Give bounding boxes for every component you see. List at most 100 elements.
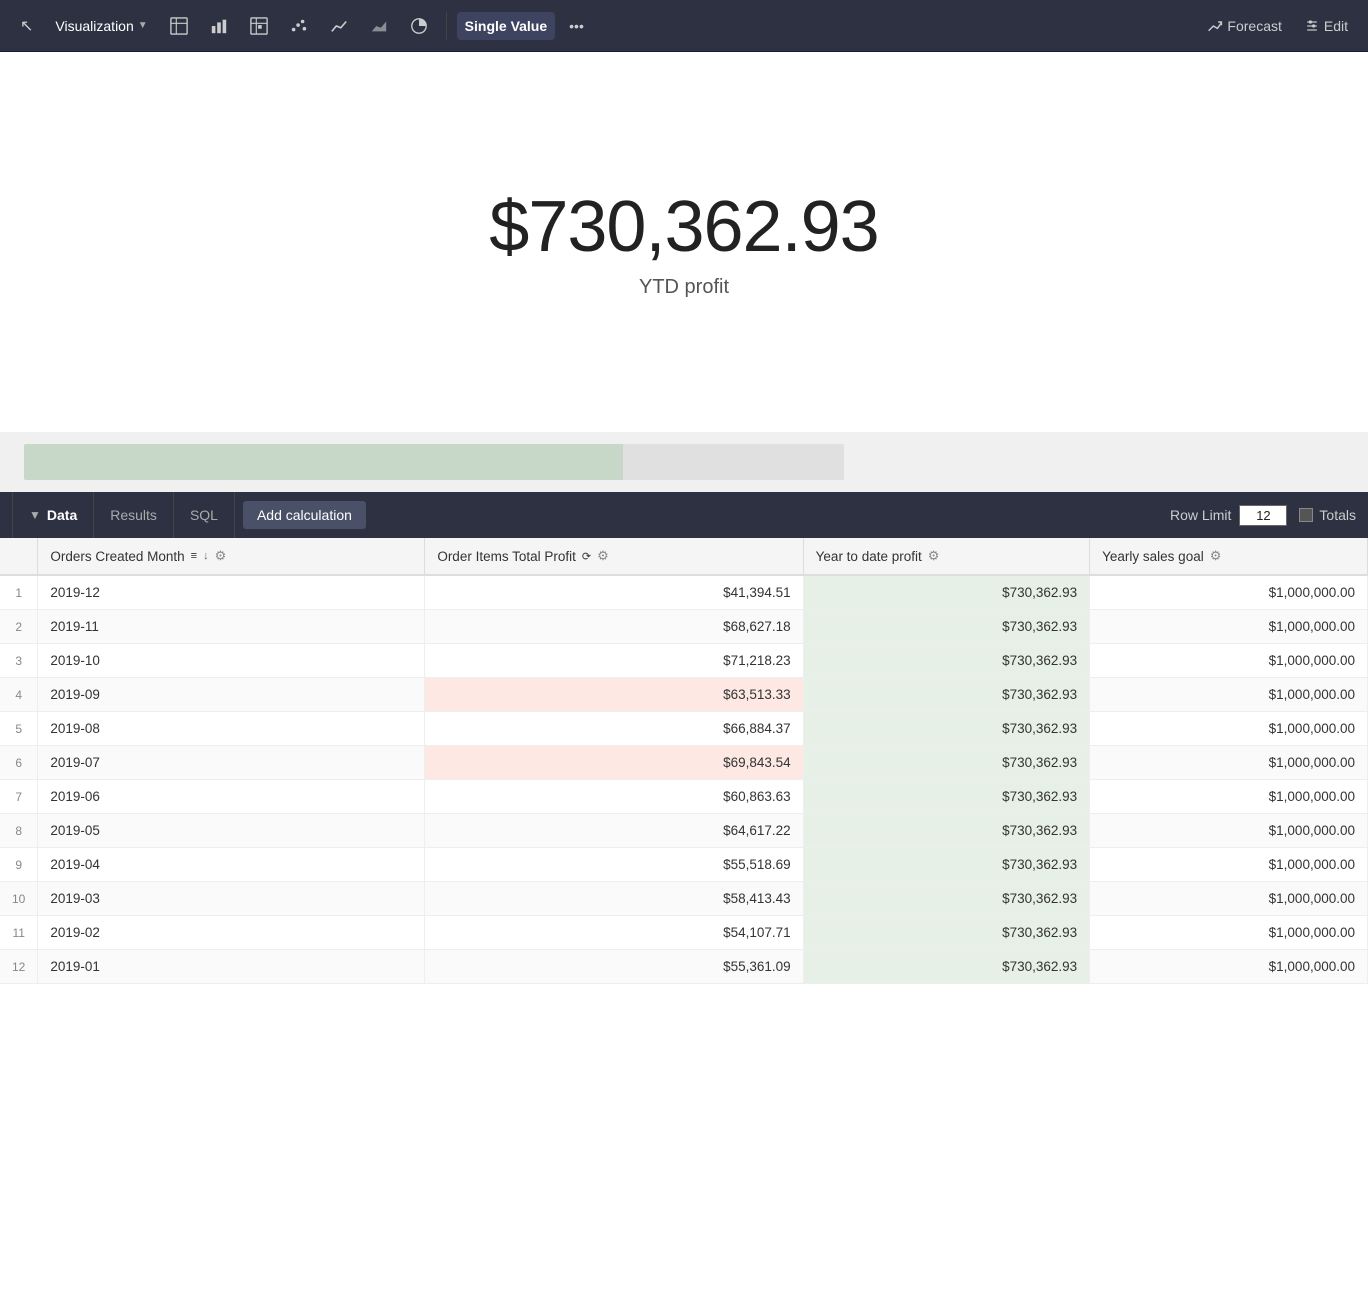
tab-data[interactable]: ▼ Data bbox=[12, 492, 94, 538]
cell-profit: $71,218.23 bbox=[425, 644, 803, 678]
filter-icon: ≡ bbox=[191, 550, 197, 562]
table-row: 62019-07$69,843.54$730,362.93$1,000,000.… bbox=[0, 746, 1368, 780]
cell-rownum: 12 bbox=[0, 950, 38, 984]
table-row: 22019-11$68,627.18$730,362.93$1,000,000.… bbox=[0, 610, 1368, 644]
data-table-container: Orders Created Month ≡ ↓ ⚙ Order Items T… bbox=[0, 538, 1368, 984]
divider-1 bbox=[446, 12, 447, 40]
cell-goal: $1,000,000.00 bbox=[1090, 678, 1368, 712]
data-tab-arrow: ▼ bbox=[29, 508, 41, 522]
cell-goal: $1,000,000.00 bbox=[1090, 814, 1368, 848]
table-row: 32019-10$71,218.23$730,362.93$1,000,000.… bbox=[0, 644, 1368, 678]
cell-profit: $69,843.54 bbox=[425, 746, 803, 780]
sort-icon: ↓ bbox=[203, 550, 209, 562]
cell-ytd: $730,362.93 bbox=[803, 882, 1089, 916]
cell-profit: $55,361.09 bbox=[425, 950, 803, 984]
cell-ytd: $730,362.93 bbox=[803, 780, 1089, 814]
col-header-orders-month[interactable]: Orders Created Month ≡ ↓ ⚙ bbox=[38, 538, 425, 575]
table-row: 82019-05$64,617.22$730,362.93$1,000,000.… bbox=[0, 814, 1368, 848]
cell-ytd: $730,362.93 bbox=[803, 950, 1089, 984]
add-calculation-button[interactable]: Add calculation bbox=[243, 501, 366, 529]
cell-rownum: 4 bbox=[0, 678, 38, 712]
row-limit-input[interactable] bbox=[1239, 505, 1287, 526]
cell-profit: $63,513.33 bbox=[425, 678, 803, 712]
cell-ytd: $730,362.93 bbox=[803, 916, 1089, 950]
cell-profit: $58,413.43 bbox=[425, 882, 803, 916]
progress-bar-bg: progress to yearly sales goal bbox=[24, 444, 844, 480]
cell-ytd: $730,362.93 bbox=[803, 746, 1089, 780]
cell-goal: $1,000,000.00 bbox=[1090, 746, 1368, 780]
col-header-rownum bbox=[0, 538, 38, 575]
cell-month: 2019-07 bbox=[38, 746, 425, 780]
cell-rownum: 6 bbox=[0, 746, 38, 780]
cell-rownum: 9 bbox=[0, 848, 38, 882]
gear-icon-ytd[interactable]: ⚙ bbox=[928, 548, 940, 564]
cell-ytd: $730,362.93 bbox=[803, 610, 1089, 644]
cell-month: 2019-03 bbox=[38, 882, 425, 916]
table-row: 52019-08$66,884.37$730,362.93$1,000,000.… bbox=[0, 712, 1368, 746]
cell-ytd: $730,362.93 bbox=[803, 644, 1089, 678]
ytd-label: YTD profit bbox=[639, 276, 729, 299]
cell-profit: $64,617.22 bbox=[425, 814, 803, 848]
table-row: 112019-02$54,107.71$730,362.93$1,000,000… bbox=[0, 916, 1368, 950]
cell-goal: $1,000,000.00 bbox=[1090, 610, 1368, 644]
cell-month: 2019-06 bbox=[38, 780, 425, 814]
edit-button[interactable]: Edit bbox=[1296, 12, 1356, 40]
cell-rownum: 2 bbox=[0, 610, 38, 644]
cell-goal: $1,000,000.00 bbox=[1090, 950, 1368, 984]
cell-profit: $54,107.71 bbox=[425, 916, 803, 950]
area-chart-icon[interactable] bbox=[362, 11, 396, 41]
line-chart-icon[interactable] bbox=[322, 11, 356, 41]
progress-bar-container: progress to yearly sales goal bbox=[24, 432, 844, 492]
col-header-ytd-profit[interactable]: Year to date profit ⚙ bbox=[803, 538, 1089, 575]
table-row: 122019-01$55,361.09$730,362.93$1,000,000… bbox=[0, 950, 1368, 984]
table-row: 42019-09$63,513.33$730,362.93$1,000,000.… bbox=[0, 678, 1368, 712]
cell-goal: $1,000,000.00 bbox=[1090, 780, 1368, 814]
cell-profit: $55,518.69 bbox=[425, 848, 803, 882]
progress-bar-fill bbox=[24, 444, 623, 480]
more-button[interactable]: ••• bbox=[561, 12, 592, 40]
cell-rownum: 1 bbox=[0, 575, 38, 610]
cell-month: 2019-12 bbox=[38, 575, 425, 610]
data-table: Orders Created Month ≡ ↓ ⚙ Order Items T… bbox=[0, 538, 1368, 984]
row-limit-section: Row Limit bbox=[1170, 505, 1287, 526]
col-header-total-profit[interactable]: Order Items Total Profit ⟳ ⚙ bbox=[425, 538, 803, 575]
pie-chart-icon[interactable] bbox=[402, 11, 436, 41]
gear-icon-profit[interactable]: ⚙ bbox=[597, 548, 609, 564]
pivot-icon[interactable] bbox=[242, 11, 276, 41]
cursor-icon[interactable]: ↖ bbox=[12, 10, 41, 42]
scatter-icon[interactable] bbox=[282, 11, 316, 41]
progress-section: progress to yearly sales goal bbox=[0, 432, 1368, 492]
forecast-button[interactable]: Forecast bbox=[1199, 12, 1289, 40]
cell-month: 2019-04 bbox=[38, 848, 425, 882]
cell-month: 2019-02 bbox=[38, 916, 425, 950]
cell-ytd: $730,362.93 bbox=[803, 848, 1089, 882]
cell-profit: $41,394.51 bbox=[425, 575, 803, 610]
table-header-row: Orders Created Month ≡ ↓ ⚙ Order Items T… bbox=[0, 538, 1368, 575]
gear-icon-month[interactable]: ⚙ bbox=[215, 548, 227, 564]
gear-icon-goal[interactable]: ⚙ bbox=[1210, 548, 1222, 564]
table-row: 92019-04$55,518.69$730,362.93$1,000,000.… bbox=[0, 848, 1368, 882]
visualization-dropdown[interactable]: Visualization ▼ bbox=[47, 12, 155, 40]
col-header-yearly-goal[interactable]: Yearly sales goal ⚙ bbox=[1090, 538, 1368, 575]
pivot-filter-icon: ⟳ bbox=[582, 550, 591, 563]
table-icon[interactable] bbox=[162, 11, 196, 41]
toolbar: ↖ Visualization ▼ Single Value ••• Forec… bbox=[0, 0, 1368, 52]
data-tabs: ▼ Data Results SQL Add calculation Row L… bbox=[0, 492, 1368, 538]
totals-checkbox[interactable] bbox=[1299, 508, 1313, 522]
table-row: 102019-03$58,413.43$730,362.93$1,000,000… bbox=[0, 882, 1368, 916]
cell-profit: $66,884.37 bbox=[425, 712, 803, 746]
cell-rownum: 7 bbox=[0, 780, 38, 814]
cell-goal: $1,000,000.00 bbox=[1090, 712, 1368, 746]
cell-profit: $68,627.18 bbox=[425, 610, 803, 644]
cell-month: 2019-10 bbox=[38, 644, 425, 678]
ytd-value: $730,362.93 bbox=[489, 186, 878, 268]
cell-ytd: $730,362.93 bbox=[803, 575, 1089, 610]
tab-sql[interactable]: SQL bbox=[174, 492, 235, 538]
single-value-tab[interactable]: Single Value bbox=[457, 12, 555, 40]
cell-ytd: $730,362.93 bbox=[803, 678, 1089, 712]
totals-section: Totals bbox=[1299, 507, 1356, 523]
bar-chart-icon[interactable] bbox=[202, 11, 236, 41]
tab-results[interactable]: Results bbox=[94, 492, 174, 538]
cell-goal: $1,000,000.00 bbox=[1090, 848, 1368, 882]
cell-month: 2019-09 bbox=[38, 678, 425, 712]
